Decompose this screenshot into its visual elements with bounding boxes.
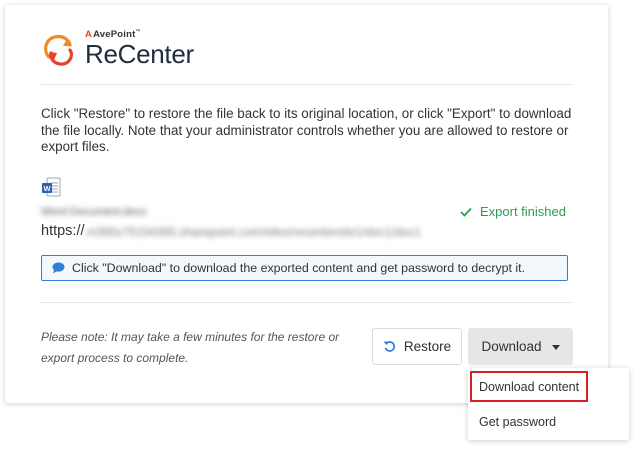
description-text: Click "Restore" to restore the file back…	[41, 106, 572, 154]
footer-divider	[41, 302, 573, 303]
checkmark-icon	[460, 207, 472, 217]
file-url-prefix: https://	[41, 223, 85, 239]
file-name: Word Document.docx	[41, 206, 147, 218]
svg-text:W: W	[43, 184, 51, 193]
word-document-icon: W	[41, 177, 61, 197]
recenter-logo: AAvePoint™ ReCenter	[41, 27, 231, 71]
file-url: https:// m365x75154365.sharepoint.com/si…	[41, 223, 421, 239]
info-message-box: Click "Download" to download the exporte…	[41, 255, 568, 281]
header-divider	[41, 84, 573, 85]
recenter-swirl-icon	[44, 34, 73, 66]
highlight-box	[470, 371, 588, 402]
process-note: Please note: It may take a few minutes f…	[41, 330, 340, 365]
file-url-rest: m365x75154365.sharepoint.com/sites/recen…	[86, 225, 421, 239]
chat-bubble-icon	[52, 262, 65, 274]
restore-button-label: Restore	[403, 339, 452, 354]
restore-button[interactable]: Restore	[372, 328, 462, 365]
export-status: Export finished	[460, 204, 566, 219]
info-message-text: Click "Download" to download the exporte…	[72, 261, 526, 275]
menu-item-label: Get password	[479, 414, 557, 429]
product-name: ReCenter	[85, 39, 194, 69]
download-button-label: Download	[481, 339, 542, 354]
restore-export-card: AAvePoint™ ReCenter Click "Restore" to r…	[5, 5, 608, 403]
download-button[interactable]: Download	[468, 328, 573, 365]
download-dropdown-menu: Download content Get password	[468, 368, 629, 440]
menu-item-download-content[interactable]: Download content	[468, 371, 629, 402]
menu-item-get-password[interactable]: Get password	[468, 406, 629, 437]
restore-icon	[383, 341, 395, 352]
caret-down-icon	[551, 345, 560, 350]
export-status-text: Export finished	[480, 204, 566, 219]
